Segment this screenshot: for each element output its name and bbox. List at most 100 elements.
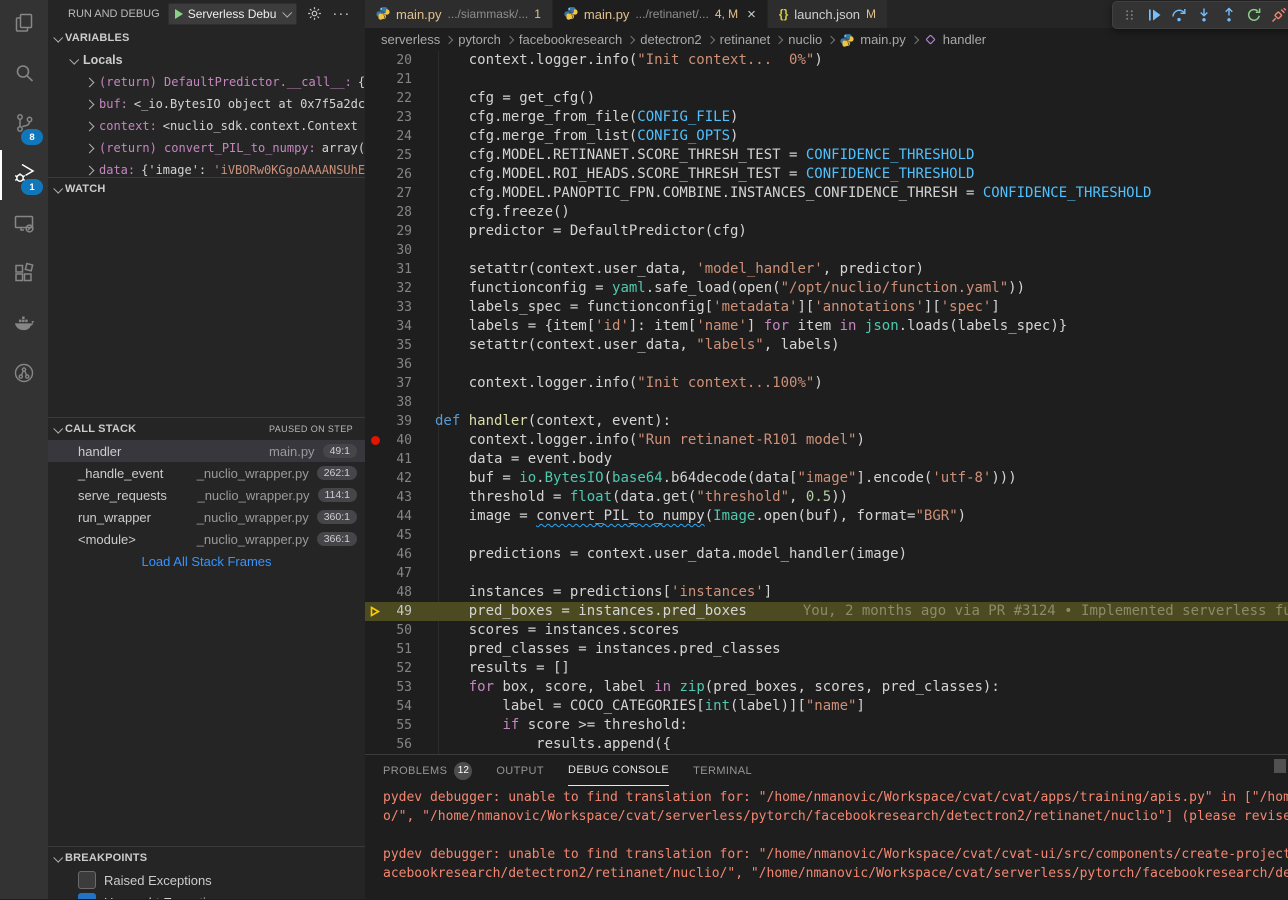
code-line-41[interactable]: 41 data = event.body — [365, 450, 1288, 469]
panel-tab-output[interactable]: OUTPUT — [496, 755, 544, 786]
variable-row[interactable]: context:<nuclio_sdk.context.Context obje… — [48, 115, 365, 137]
code-line-22[interactable]: 22 cfg = get_cfg() — [365, 89, 1288, 108]
panel-tab-debug-console[interactable]: DEBUG CONSOLE — [568, 755, 669, 786]
line-number[interactable]: 29 — [385, 222, 412, 241]
code-line-30[interactable]: 30 — [365, 241, 1288, 260]
more-actions-icon[interactable]: ··· — [332, 5, 350, 22]
line-number[interactable]: 52 — [385, 659, 412, 678]
line-number[interactable]: 48 — [385, 583, 412, 602]
editor-tab-launch-json[interactable]: {}launch.jsonM — [768, 0, 888, 28]
line-number[interactable]: 40 — [385, 431, 412, 450]
code-line-56[interactable]: 56 results.append({ — [365, 735, 1288, 754]
breadcrumb-item[interactable]: serverless — [381, 32, 440, 47]
line-number[interactable]: 24 — [385, 127, 412, 146]
activity-item-search[interactable] — [0, 50, 48, 100]
activity-item-explorer[interactable] — [0, 0, 48, 50]
variable-row[interactable]: (return) convert_PIL_to_numpy:array([[[ … — [48, 137, 365, 159]
code-line-51[interactable]: 51 pred_classes = instances.pred_classes — [365, 640, 1288, 659]
code-line-28[interactable]: 28 cfg.freeze() — [365, 203, 1288, 222]
code-line-44[interactable]: 44 image = convert_PIL_to_numpy(Image.op… — [365, 507, 1288, 526]
code-line-45[interactable]: 45 — [365, 526, 1288, 545]
breadcrumb-item[interactable]: retinanet — [720, 32, 771, 47]
activity-item-git-graph[interactable] — [0, 350, 48, 400]
expand-icon[interactable] — [85, 143, 95, 153]
code-line-31[interactable]: 31 setattr(context.user_data, 'model_han… — [365, 260, 1288, 279]
variable-row[interactable]: data:{'image': 'iVBORw0KGgoAAAANSUhE… — [48, 159, 365, 177]
step-into-button[interactable] — [1193, 4, 1215, 26]
checkbox[interactable]: ✓ — [78, 893, 96, 899]
editor-tab-main-py[interactable]: main.py.../retinanet/...4, M× — [553, 0, 768, 28]
panel-tab-problems[interactable]: PROBLEMS12 — [383, 755, 472, 786]
line-number[interactable]: 53 — [385, 678, 412, 697]
code-line-23[interactable]: 23 cfg.merge_from_file(CONFIG_FILE) — [365, 108, 1288, 127]
code-line-32[interactable]: 32 functionconfig = yaml.safe_load(open(… — [365, 279, 1288, 298]
expand-icon[interactable] — [85, 99, 95, 109]
line-number[interactable]: 32 — [385, 279, 412, 298]
code-line-20[interactable]: 20 context.logger.info("Init context... … — [365, 51, 1288, 70]
line-number[interactable]: 30 — [385, 241, 412, 260]
line-number[interactable]: 38 — [385, 393, 412, 412]
line-number[interactable]: 43 — [385, 488, 412, 507]
code-line-27[interactable]: 27 cfg.MODEL.PANOPTIC_FPN.COMBINE.INSTAN… — [365, 184, 1288, 203]
line-number[interactable]: 37 — [385, 374, 412, 393]
line-number[interactable]: 56 — [385, 735, 412, 754]
step-over-button[interactable] — [1168, 4, 1190, 26]
step-out-button[interactable] — [1218, 4, 1240, 26]
line-number[interactable]: 27 — [385, 184, 412, 203]
code-line-26[interactable]: 26 cfg.MODEL.ROI_HEADS.SCORE_THRESH_TEST… — [365, 165, 1288, 184]
line-number[interactable]: 33 — [385, 298, 412, 317]
code-line-37[interactable]: 37 context.logger.info("Init context...1… — [365, 374, 1288, 393]
continue-button[interactable] — [1143, 4, 1165, 26]
line-number[interactable]: 31 — [385, 260, 412, 279]
code-line-42[interactable]: 42 buf = io.BytesIO(base64.b64decode(dat… — [365, 469, 1288, 488]
code-line-34[interactable]: 34 labels = {item['id']: item['name'] fo… — [365, 317, 1288, 336]
breakpoint-row[interactable]: Raised Exceptions — [48, 869, 365, 891]
line-number[interactable]: 46 — [385, 545, 412, 564]
line-number[interactable]: 35 — [385, 336, 412, 355]
code-line-52[interactable]: 52 results = [] — [365, 659, 1288, 678]
code-line-33[interactable]: 33 labels_spec = functionconfig['metadat… — [365, 298, 1288, 317]
breadcrumb-item[interactable]: handler — [943, 32, 986, 47]
line-number[interactable]: 54 — [385, 697, 412, 716]
code-line-48[interactable]: 48 instances = predictions['instances'] — [365, 583, 1288, 602]
restart-button[interactable] — [1243, 4, 1265, 26]
code-line-38[interactable]: 38 — [365, 393, 1288, 412]
gripper-handle[interactable] — [1118, 4, 1140, 26]
disconnect-button[interactable] — [1268, 4, 1288, 26]
line-number[interactable]: 26 — [385, 165, 412, 184]
code-line-36[interactable]: 36 — [365, 355, 1288, 374]
scrollbar-thumb[interactable] — [1274, 759, 1286, 773]
breadcrumb-item[interactable]: detectron2 — [640, 32, 701, 47]
panel-tab-terminal[interactable]: TERMINAL — [693, 755, 752, 786]
line-number[interactable]: 41 — [385, 450, 412, 469]
code-line-46[interactable]: 46 predictions = context.user_data.model… — [365, 545, 1288, 564]
line-number[interactable]: 34 — [385, 317, 412, 336]
code-line-39[interactable]: 39def handler(context, event): — [365, 412, 1288, 431]
line-number[interactable]: 51 — [385, 640, 412, 659]
watch-header[interactable]: WATCH — [48, 178, 365, 200]
stack-frame-row[interactable]: run_wrapper_nuclio_wrapper.py360:1 — [48, 506, 365, 528]
breakpoint-row[interactable]: ✓Uncaught Exceptions — [48, 891, 365, 899]
activity-item-docker[interactable] — [0, 300, 48, 350]
code-editor[interactable]: 20 context.logger.info("Init context... … — [365, 51, 1288, 754]
launch-config-dropdown[interactable]: Serverless Debu — [168, 3, 298, 25]
stack-frame-row[interactable]: handlermain.py49:1 — [48, 440, 365, 462]
breadcrumb-item[interactable]: nuclio — [788, 32, 822, 47]
line-number[interactable]: 39 — [385, 412, 412, 431]
variable-row[interactable]: buf:<_io.BytesIO object at 0x7f5a2dc1ecc… — [48, 93, 365, 115]
line-number[interactable]: 50 — [385, 621, 412, 640]
code-line-35[interactable]: 35 setattr(context.user_data, "labels", … — [365, 336, 1288, 355]
expand-icon[interactable] — [85, 121, 95, 131]
start-debugging-icon[interactable] — [175, 9, 183, 19]
activity-item-extensions[interactable] — [0, 250, 48, 300]
variables-header[interactable]: VARIABLES — [48, 27, 365, 49]
breakpoint-icon[interactable] — [365, 436, 385, 445]
line-number[interactable]: 42 — [385, 469, 412, 488]
activity-item-source-control[interactable]: 8 — [0, 100, 48, 150]
scope-locals[interactable]: Locals — [48, 49, 365, 71]
stack-frame-row[interactable]: serve_requests_nuclio_wrapper.py114:1 — [48, 484, 365, 506]
line-number[interactable]: 23 — [385, 108, 412, 127]
code-line-54[interactable]: 54 label = COCO_CATEGORIES[int(label)]["… — [365, 697, 1288, 716]
code-line-43[interactable]: 43 threshold = float(data.get("threshold… — [365, 488, 1288, 507]
code-line-21[interactable]: 21 — [365, 70, 1288, 89]
